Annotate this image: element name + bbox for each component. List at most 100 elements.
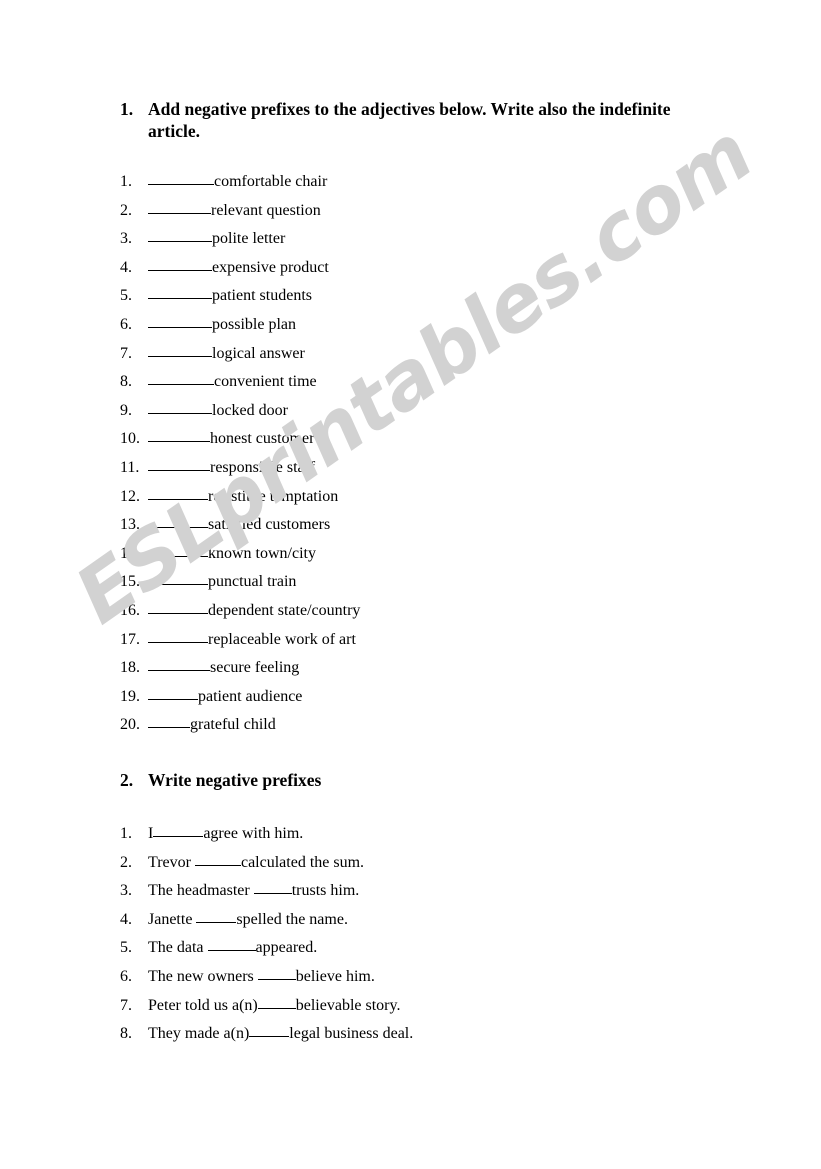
- question-row: 16. dependent state/country: [120, 597, 760, 626]
- section-1-heading: 1. Add negative prefixes to the adjectiv…: [120, 98, 720, 142]
- question-row: 3. polite letter: [120, 225, 760, 254]
- question-body: locked door: [148, 397, 288, 426]
- answer-blank[interactable]: [148, 398, 212, 414]
- answer-blank[interactable]: [148, 627, 208, 643]
- question-row: 6. The new owners believe him.: [120, 963, 760, 992]
- answer-blank[interactable]: [148, 598, 208, 614]
- question-row: 17. replaceable work of art: [120, 626, 760, 655]
- question-number: 1.: [120, 825, 132, 842]
- question-post-text: possible plan: [212, 315, 296, 333]
- question-body: relevant question: [148, 197, 321, 226]
- answer-blank[interactable]: [257, 993, 296, 1009]
- question-number: 6.: [120, 315, 132, 333]
- question-body: grateful child: [148, 711, 276, 740]
- question-post-text: replaceable work of art: [208, 630, 356, 648]
- question-number: 8.: [120, 373, 132, 391]
- worksheet-page: 1. Add negative prefixes to the adjectiv…: [0, 0, 821, 1169]
- question-body: known town/city: [148, 540, 316, 569]
- answer-blank[interactable]: [194, 850, 241, 866]
- answer-blank[interactable]: [148, 655, 210, 672]
- question-post-text: responsible staff: [210, 458, 316, 476]
- question-row: 10. honest customer: [120, 425, 760, 454]
- question-post-text: legal business deal.: [289, 1025, 414, 1043]
- question-post-text: patient students: [212, 287, 312, 305]
- question-post-text: secure feeling: [210, 659, 300, 677]
- question-body: comfortable chair: [148, 168, 327, 197]
- question-number: 7.: [120, 344, 132, 362]
- question-number: 12.: [120, 487, 140, 505]
- question-pre-text: Peter told us a(n): [148, 996, 258, 1014]
- question-post-text: spelled the name.: [236, 910, 348, 928]
- answer-blank[interactable]: [148, 312, 212, 328]
- answer-blank[interactable]: [148, 283, 212, 300]
- answer-blank[interactable]: [253, 878, 292, 895]
- answer-blank[interactable]: [148, 226, 212, 243]
- answer-blank[interactable]: [148, 255, 212, 271]
- question-post-text: known town/city: [208, 544, 316, 562]
- answer-blank[interactable]: [148, 569, 208, 586]
- question-number: 14.: [120, 544, 140, 562]
- question-number: 6.: [120, 967, 132, 985]
- question-row: 11. responsible staff: [120, 454, 760, 483]
- question-pre-text: They made a(n): [148, 1025, 250, 1043]
- question-post-text: honest customer: [210, 430, 315, 448]
- answer-blank[interactable]: [257, 964, 296, 980]
- answer-blank[interactable]: [249, 1021, 290, 1038]
- question-pre-text: Trevor: [148, 853, 195, 871]
- answer-blank[interactable]: [207, 935, 256, 952]
- question-body: honest customer: [148, 425, 314, 454]
- question-row: 8. They made a(n) legal business deal.: [120, 1020, 760, 1049]
- question-body: Peter told us a(n) believable story.: [148, 992, 400, 1021]
- question-body: possible plan: [148, 311, 296, 340]
- answer-blank[interactable]: [148, 369, 214, 386]
- question-body: convenient time: [148, 368, 317, 397]
- question-row: 8. convenient time: [120, 368, 760, 397]
- section-2-question-list: 1. Iagree with him. 2. Trevor calculated th…: [120, 820, 760, 1049]
- answer-blank[interactable]: [148, 198, 211, 214]
- question-body: They made a(n) legal business deal.: [148, 1020, 413, 1049]
- question-post-text: trusts him.: [291, 882, 360, 900]
- question-row: 20. grateful child: [120, 711, 760, 740]
- question-post-text: resistible temptation: [208, 487, 339, 505]
- question-body: patient audience: [148, 683, 302, 712]
- question-body: The data appeared.: [148, 934, 317, 963]
- question-post-text: agree with him.: [203, 825, 304, 842]
- answer-blank[interactable]: [196, 907, 237, 923]
- section-1-question-list: 1. comfortable chair 2. relevant question 3.…: [120, 168, 760, 740]
- question-row: 13. satisfied customers: [120, 511, 760, 540]
- answer-blank[interactable]: [148, 541, 208, 557]
- question-post-text: calculated the sum.: [240, 853, 365, 871]
- question-number: 16.: [120, 601, 140, 619]
- question-row: 2. relevant question: [120, 197, 760, 226]
- question-number: 5.: [120, 287, 132, 305]
- question-pre-text: The headmaster: [148, 882, 254, 900]
- question-post-text: locked door: [212, 401, 288, 419]
- question-number: 2.: [120, 853, 132, 871]
- section-1-number: 1.: [120, 99, 134, 119]
- answer-blank[interactable]: [153, 821, 204, 837]
- answer-blank[interactable]: [148, 512, 208, 529]
- question-body: Janette spelled the name.: [148, 906, 348, 935]
- question-body: dependent state/country: [148, 597, 360, 626]
- question-row: 7. Peter told us a(n) believable story.: [120, 992, 760, 1021]
- answer-blank[interactable]: [148, 426, 210, 443]
- question-body: satisfied customers: [148, 511, 330, 540]
- answer-blank[interactable]: [148, 455, 210, 471]
- answer-blank[interactable]: [148, 684, 198, 700]
- answer-blank[interactable]: [148, 169, 214, 185]
- answer-blank[interactable]: [148, 712, 190, 729]
- answer-blank[interactable]: [148, 341, 212, 357]
- question-post-text: comfortable chair: [214, 173, 328, 190]
- question-number: 9.: [120, 401, 132, 419]
- question-row: 5. patient students: [120, 282, 760, 311]
- question-pre-text: The data: [148, 939, 208, 957]
- question-row: 1. comfortable chair: [120, 168, 760, 197]
- question-pre-text: The new owners: [148, 967, 258, 985]
- question-post-text: grateful child: [190, 716, 276, 734]
- question-number: 19.: [120, 687, 140, 705]
- question-row: 6. possible plan: [120, 311, 760, 340]
- answer-blank[interactable]: [148, 484, 208, 500]
- question-number: 18.: [120, 659, 140, 677]
- question-number: 15.: [120, 573, 140, 591]
- question-post-text: patient audience: [198, 687, 303, 705]
